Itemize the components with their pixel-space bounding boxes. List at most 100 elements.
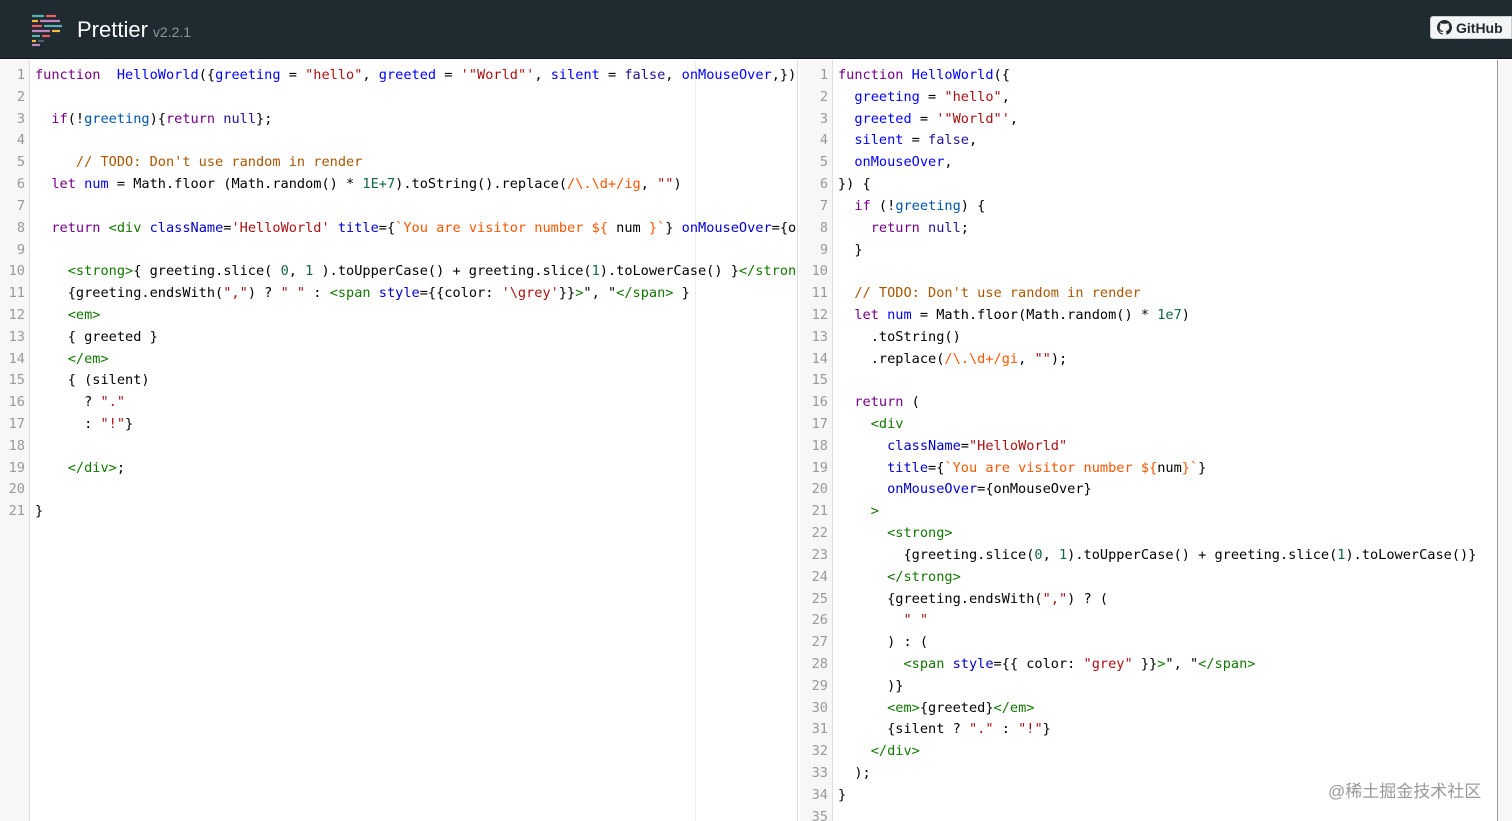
code-token: num (607, 219, 649, 236)
code-token: "hello" (944, 88, 1002, 105)
code-token: ) (673, 176, 682, 193)
code-token: }} (1132, 655, 1158, 672)
code-token: " " (903, 612, 929, 629)
line-text (30, 87, 35, 109)
code-token: , (968, 132, 978, 149)
line-number: 17 (8, 416, 25, 432)
line-number: 16 (811, 394, 828, 411)
code-token: style (378, 285, 420, 302)
code-line: 30 <em>{greeted}</em> (800, 698, 1512, 720)
code-line: 13 { greeted } (0, 327, 797, 349)
code-token: // TODO: Don't use random in render (75, 154, 363, 171)
code-token: // TODO: Don't use random in render (854, 285, 1141, 302)
code-line: 16 return ( (800, 392, 1512, 414)
line-text: </div>; (30, 458, 125, 480)
code-token: }; (256, 110, 273, 127)
code-token: '\grey' (501, 285, 559, 302)
code-token: '"World"' (936, 110, 1010, 127)
code-token: <strong> (67, 263, 134, 280)
input-editor[interactable]: 1 function HelloWorld({greeting = "hello"… (0, 60, 798, 821)
code-line: 25 {greeting.endsWith(",") ? ( (800, 589, 1512, 611)
line-number: 15 (811, 372, 828, 389)
code-token: = (911, 110, 937, 127)
output-editor[interactable]: 1 function HelloWorld({2 greeting = "hell… (800, 60, 1512, 821)
line-text: // TODO: Don't use random in render (833, 283, 1141, 305)
code-token: className (887, 437, 961, 454)
input-code[interactable]: 1 function HelloWorld({greeting = "hello"… (0, 65, 797, 523)
code-line: 20 (0, 479, 797, 501)
code-token: ); (1050, 350, 1068, 367)
output-scrollbar[interactable] (1497, 60, 1512, 821)
github-button[interactable]: GitHub (1430, 16, 1512, 39)
code-line: 6}) { (800, 174, 1512, 196)
line-text: {greeting.endsWith(",") ? ( (833, 589, 1108, 611)
code-token: ({ (198, 67, 216, 83)
line-number: 7 (819, 197, 828, 214)
code-line: 18 className="HelloWorld" (800, 436, 1512, 458)
code-token: ={onMouseOver} (977, 481, 1092, 498)
code-token: ={{ color: (993, 655, 1084, 672)
code-token: onMouseOver (854, 154, 945, 171)
code-line: 9 (0, 240, 797, 262)
code-token: if (51, 110, 68, 127)
code-token: <div (108, 219, 142, 236)
line-number: 8 (819, 219, 828, 236)
line-number: 26 (811, 612, 828, 629)
code-line: 16 ? "." (0, 392, 797, 414)
code-line: 8 return <div className='HelloWorld' tit… (0, 218, 797, 240)
code-token: ; (116, 459, 126, 476)
app-title: Prettier v2.2.1 (77, 17, 191, 43)
code-token: {greeting.endsWith( (838, 590, 1043, 607)
line-number: 28 (811, 655, 828, 672)
code-token: )} (838, 677, 904, 694)
line-text: return <div className='HelloWorld' title… (30, 218, 797, 240)
code-token: , (1001, 88, 1010, 105)
line-text: function HelloWorld({ (833, 65, 1010, 87)
watermark: @稀土掘金技术社区 (1328, 782, 1482, 801)
code-line: 5 onMouseOver, (800, 152, 1512, 174)
code-token: greeting (854, 88, 920, 105)
line-text: if (!greeting) { (833, 196, 985, 218)
code-token: </div> (870, 743, 920, 760)
code-token: greeted (378, 67, 437, 83)
line-text: onMouseOver, (833, 152, 952, 174)
code-token: "" (657, 176, 674, 193)
line-number: 4 (16, 132, 25, 149)
code-token: return (870, 219, 920, 236)
code-line: 10 (800, 261, 1512, 283)
code-line: 4 (0, 130, 797, 152)
line-text: > (833, 501, 879, 523)
code-line: 8 return null; (800, 218, 1512, 240)
code-token: null (223, 110, 257, 127)
line-number: 31 (811, 721, 828, 738)
line-text: {greeting.endsWith(",") ? " " : <span st… (30, 283, 690, 305)
code-token: "," (223, 285, 248, 302)
app-name: Prettier (77, 17, 148, 42)
code-line: 9 } (800, 240, 1512, 262)
code-token: ? (35, 394, 101, 411)
line-text (833, 807, 838, 821)
code-token: HelloWorld (116, 67, 199, 83)
line-number: 1 (16, 67, 25, 83)
code-line: 31 {silent ? "." : "!"} (800, 719, 1512, 741)
code-token: onMouseOver (681, 219, 772, 236)
code-line: 14 </em> (0, 349, 797, 371)
line-text: <span style={{ color: "grey" }}>", "</sp… (833, 654, 1255, 676)
line-number: 11 (811, 285, 828, 302)
line-number: 21 (811, 503, 828, 520)
code-token: "" (1034, 350, 1051, 367)
line-number: 19 (8, 459, 25, 476)
code-token: } (1198, 459, 1207, 476)
code-token: return (854, 394, 904, 411)
line-text: </strong> (833, 567, 961, 589)
code-token: "grey" (1083, 655, 1133, 672)
code-token: .toString() (838, 328, 961, 345)
code-token: = (919, 88, 945, 105)
line-text: <strong>{ greeting.slice( 0, 1 ).toUpper… (30, 261, 797, 283)
code-token: </em> (993, 699, 1035, 716)
output-code[interactable]: 1 function HelloWorld({2 greeting = "hell… (800, 65, 1512, 821)
